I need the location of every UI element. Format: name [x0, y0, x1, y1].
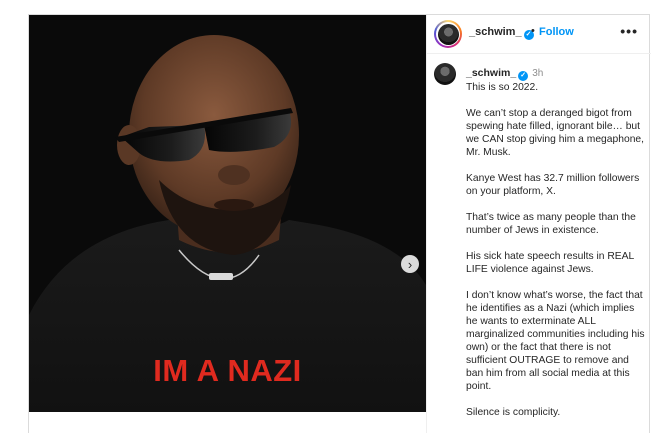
shirt-slogan: IM A NAZI — [153, 353, 302, 388]
comment-paragraph: That’s twice as many people than the num… — [466, 212, 636, 236]
follow-button[interactable]: Follow — [539, 26, 574, 38]
post-dialog: IM A NAZI › _schwim_ ✓ • Follow ••• _schw… — [28, 14, 651, 433]
post-sidebar: _schwim_ ✓ • Follow ••• _schwim_ ✓ 3h This … — [426, 15, 651, 433]
comment-timestamp[interactable]: 3h — [532, 68, 543, 79]
author-avatar[interactable] — [434, 20, 462, 48]
post-header: _schwim_ ✓ • Follow ••• — [427, 15, 651, 54]
comment-body: _schwim_ ✓ 3h This is so 2022. We can’t st… — [466, 63, 645, 419]
comment-username[interactable]: _schwim_ — [466, 67, 516, 79]
author-username-text: _schwim_ — [469, 26, 522, 38]
author-username[interactable]: _schwim_ ✓ — [469, 26, 534, 40]
image-footer — [29, 412, 426, 433]
comment-paragraph: I don’t know what’s worse, the fact that… — [466, 290, 645, 392]
comment-paragraph: Silence is complicity. — [466, 407, 561, 418]
comment-text: This is so 2022. We can’t stop a derange… — [466, 81, 645, 419]
comment-avatar[interactable] — [434, 63, 456, 85]
comment-paragraph: His sick hate speech results in REAL LIF… — [466, 251, 634, 275]
comment-paragraph: We can’t stop a deranged bigot from spew… — [466, 108, 645, 158]
next-image-button[interactable]: › — [401, 255, 419, 273]
chevron-right-icon: › — [407, 256, 413, 272]
separator-dot: • — [531, 25, 535, 37]
more-options-icon[interactable]: ••• — [620, 23, 638, 39]
avatar-image — [437, 23, 459, 45]
verified-badge-icon: ✓ — [518, 71, 529, 81]
comment-paragraph: This is so 2022. — [466, 82, 539, 93]
comment-paragraph: Kanye West has 32.7 million followers on… — [466, 173, 640, 197]
post-image[interactable]: IM A NAZI › — [29, 15, 426, 412]
